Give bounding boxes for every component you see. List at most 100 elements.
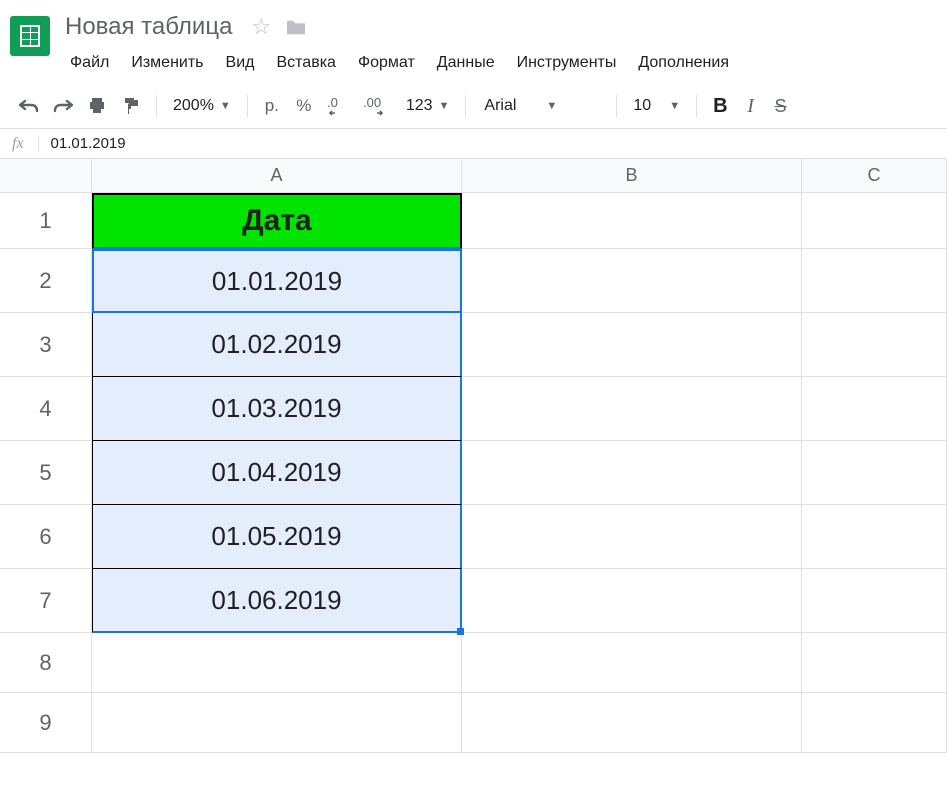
cell-a7[interactable]: 01.06.2019 [92, 569, 462, 633]
toolbar-separator [247, 95, 248, 117]
zoom-value: 200% [173, 97, 214, 115]
column-header-a[interactable]: A [92, 159, 462, 193]
percent-format-button[interactable]: % [290, 92, 318, 120]
row-header-3[interactable]: 3 [0, 313, 92, 377]
increase-decimal-button[interactable]: .00 [358, 92, 396, 120]
cell-b5[interactable] [462, 441, 802, 505]
italic-button[interactable]: I [738, 95, 764, 118]
column-header-b[interactable]: B [462, 159, 802, 193]
cell-b2[interactable] [462, 249, 802, 313]
row-header-5[interactable]: 5 [0, 441, 92, 505]
font-size-dropdown[interactable]: 10 ▼ [627, 97, 686, 115]
cell-c4[interactable] [802, 377, 947, 441]
formula-bar-input[interactable]: 01.01.2019 [51, 135, 935, 152]
cell-c7[interactable] [802, 569, 947, 633]
font-dropdown[interactable]: Arial ▼ [476, 97, 606, 115]
cell-a1[interactable]: Дата [92, 193, 462, 249]
cell-a6[interactable]: 01.05.2019 [92, 505, 462, 569]
decrease-decimal-button[interactable]: .0 [322, 92, 354, 120]
toolbar-separator [465, 95, 466, 117]
menu-view[interactable]: Вид [216, 50, 265, 76]
menu-data[interactable]: Данные [427, 50, 505, 76]
sheets-logo[interactable] [10, 16, 50, 56]
title-row: Новая таблица ☆ [60, 10, 937, 44]
redo-button[interactable] [48, 92, 78, 120]
row-header-4[interactable]: 4 [0, 377, 92, 441]
strikethrough-button[interactable]: S [768, 96, 794, 117]
cell-b6[interactable] [462, 505, 802, 569]
print-button[interactable] [82, 92, 112, 120]
fx-icon: fx [12, 135, 24, 153]
cell-b1[interactable] [462, 193, 802, 249]
cell-c9[interactable] [802, 693, 947, 753]
cell-b8[interactable] [462, 633, 802, 693]
svg-text:.0: .0 [327, 96, 338, 110]
row-header-8[interactable]: 8 [0, 633, 92, 693]
row-9: 9 [0, 693, 947, 753]
fill-handle[interactable] [457, 628, 464, 635]
fx-separator [38, 135, 39, 153]
row-header-1[interactable]: 1 [0, 193, 92, 249]
cell-c3[interactable] [802, 313, 947, 377]
menu-edit[interactable]: Изменить [121, 50, 213, 76]
formula-bar: fx 01.01.2019 [0, 129, 947, 159]
column-header-c[interactable]: C [802, 159, 947, 193]
menu-tools[interactable]: Инструменты [507, 50, 627, 76]
chevron-down-icon: ▼ [546, 100, 557, 112]
grid-body: 1 Дата 2 01.01.2019 3 01.02.2019 4 01.03… [0, 193, 947, 753]
undo-button[interactable] [14, 92, 44, 120]
cell-b9[interactable] [462, 693, 802, 753]
document-title[interactable]: Новая таблица [60, 10, 237, 44]
cell-c2[interactable] [802, 249, 947, 313]
cell-a5[interactable]: 01.04.2019 [92, 441, 462, 505]
cell-b7[interactable] [462, 569, 802, 633]
cell-a9[interactable] [92, 693, 462, 753]
font-size-value: 10 [633, 97, 651, 115]
bold-button[interactable]: B [707, 95, 733, 118]
row-2: 2 01.01.2019 [0, 249, 947, 313]
toolbar-separator [616, 95, 617, 117]
header-main: Новая таблица ☆ Файл Изменить Вид Вставк… [60, 10, 937, 76]
row-4: 4 01.03.2019 [0, 377, 947, 441]
row-header-9[interactable]: 9 [0, 693, 92, 753]
menu-addons[interactable]: Дополнения [628, 50, 739, 76]
star-icon[interactable]: ☆ [251, 14, 271, 40]
currency-format-button[interactable]: р. [258, 92, 286, 120]
toolbar: 200% ▼ р. % .0 .00 123 ▼ Arial ▼ 10 ▼ B … [0, 84, 947, 129]
row-header-6[interactable]: 6 [0, 505, 92, 569]
zoom-dropdown[interactable]: 200% ▼ [167, 97, 237, 115]
row-5: 5 01.04.2019 [0, 441, 947, 505]
menu-insert[interactable]: Вставка [266, 50, 345, 76]
cell-a4[interactable]: 01.03.2019 [92, 377, 462, 441]
cell-a8[interactable] [92, 633, 462, 693]
cell-c6[interactable] [802, 505, 947, 569]
row-3: 3 01.02.2019 [0, 313, 947, 377]
cell-c5[interactable] [802, 441, 947, 505]
cell-b4[interactable] [462, 377, 802, 441]
column-header-row: A B C [0, 159, 947, 193]
row-1: 1 Дата [0, 193, 947, 249]
row-7: 7 01.06.2019 [0, 569, 947, 633]
row-header-2[interactable]: 2 [0, 249, 92, 313]
paint-format-button[interactable] [116, 92, 146, 120]
font-name: Arial [484, 97, 516, 115]
folder-icon[interactable] [285, 18, 307, 36]
chevron-down-icon: ▼ [669, 100, 680, 112]
select-all-corner[interactable] [0, 159, 92, 193]
menu-file[interactable]: Файл [60, 50, 119, 76]
cell-c8[interactable] [802, 633, 947, 693]
cell-a3[interactable]: 01.02.2019 [92, 313, 462, 377]
row-8: 8 [0, 633, 947, 693]
menu-format[interactable]: Формат [348, 50, 425, 76]
chevron-down-icon: ▼ [220, 100, 231, 112]
cell-a7-value: 01.06.2019 [211, 585, 341, 616]
cell-b3[interactable] [462, 313, 802, 377]
cell-a2[interactable]: 01.01.2019 [92, 249, 462, 313]
more-formats-dropdown[interactable]: 123 ▼ [400, 97, 456, 115]
more-formats-label: 123 [406, 97, 433, 115]
row-6: 6 01.05.2019 [0, 505, 947, 569]
row-header-7[interactable]: 7 [0, 569, 92, 633]
app-header: Новая таблица ☆ Файл Изменить Вид Вставк… [0, 0, 947, 76]
chevron-down-icon: ▼ [439, 100, 450, 112]
cell-c1[interactable] [802, 193, 947, 249]
